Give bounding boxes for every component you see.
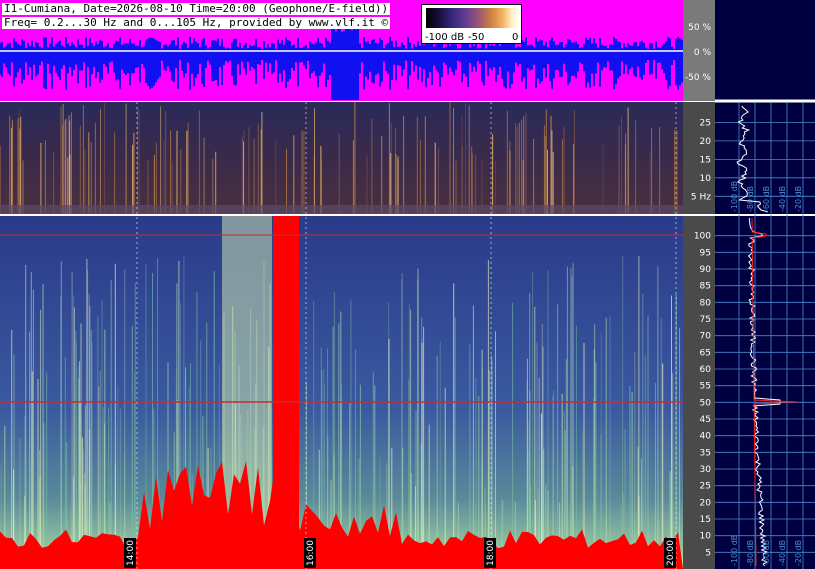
- db-tick-label: -20 dB: [794, 186, 803, 212]
- spectrogram-high-y-tick-label: 20: [700, 498, 712, 508]
- spectrogram-low-y-tick-label: 20: [700, 137, 712, 147]
- db-tick-label: -80 dB: [746, 540, 755, 566]
- spectrogram-low-y-tick-label: 25: [700, 119, 711, 129]
- spectrogram-low-floor: [0, 205, 683, 214]
- spectrogram-low-y-tick-label: 10: [700, 174, 712, 184]
- spectrogram-high-y-tick-label: 25: [700, 482, 711, 492]
- spectrogram-high-y-tick-label: 30: [700, 465, 712, 475]
- colorbar-label-min: -100 dB: [425, 32, 465, 43]
- spectrogram-low-y-tick-label: 15: [700, 155, 711, 165]
- spectrogram-high-y-tick-label: 65: [700, 348, 711, 358]
- spectrogram-low-panel: [0, 102, 683, 214]
- spectrogram-high-y-tick-label: 50: [700, 398, 712, 408]
- header-station-line: I1-Cumiana, Date=2026-08-10 Time=20:00 (…: [2, 2, 391, 15]
- spectrogram-high-y-tick-label: 55: [700, 382, 711, 392]
- db-tick-label: -20 dB: [794, 540, 803, 566]
- spectrogram-high-y-tick-label: 95: [700, 248, 711, 258]
- spectrogram-high-y-tick-label: 80: [700, 298, 712, 308]
- spectrogram-low-y-tick-label: 5 Hz: [691, 192, 711, 202]
- header-frequency-line: Freq= 0.2...30 Hz and 0...105 Hz, provid…: [2, 16, 391, 29]
- time-tick-label: 16:00: [306, 540, 316, 566]
- colorbar-gradient: [426, 8, 519, 28]
- average-spectrum-panel: [715, 0, 815, 569]
- spectrogram-high-y-tick-label: 15: [700, 515, 711, 525]
- db-tick-label: -100 dB: [730, 535, 739, 566]
- db-tick-label: -60 dB: [762, 186, 771, 212]
- spectrogram-high-y-tick-label: 5: [705, 548, 711, 558]
- saturated-burst: [273, 216, 299, 569]
- spectrogram-high-y-tick-label: 85: [700, 282, 711, 292]
- spectrogram-high-y-tick-label: 100: [694, 232, 711, 242]
- time-tick-label: 18:00: [486, 540, 496, 566]
- time-tick-label: 20:00: [666, 540, 676, 566]
- vlf-spectrogram-plot: 50 % 0 % -50 % 25 20 15 10 5 Hz 100 95 90 85 80 75 7…: [0, 0, 815, 569]
- waveform-y-tick-label: 50 %: [688, 23, 711, 33]
- db-tick-label: -40 dB: [778, 540, 787, 566]
- db-tick-label: -100 dB: [730, 181, 739, 212]
- colorbar-label-mid: -50: [468, 32, 485, 43]
- colorbar-label-max: 0: [512, 32, 519, 43]
- colorbar: -100 dB -50 0: [421, 4, 522, 44]
- spectrogram-high-y-tick-label: 75: [700, 315, 711, 325]
- spectrogram-high-y-tick-label: 35: [700, 448, 711, 458]
- spectrogram-high-y-tick-label: 10: [700, 532, 712, 542]
- spectrogram-high-y-tick-label: 60: [700, 365, 712, 375]
- spectrogram-high-y-tick-label: 90: [700, 265, 712, 275]
- time-tick-label: 14:00: [126, 540, 136, 566]
- db-tick-label: -40 dB: [778, 186, 787, 212]
- db-tick-label: -80 dB: [746, 186, 755, 212]
- spectrogram-high-y-tick-label: 45: [700, 415, 711, 425]
- db-tick-label: -60 dB: [762, 540, 771, 566]
- spectrogram-high-y-tick-label: 70: [700, 332, 712, 342]
- waveform-y-tick-label: 0 %: [694, 48, 712, 58]
- spectrogram-high-y-tick-label: 40: [700, 432, 712, 442]
- waveform-y-tick-label: -50 %: [685, 73, 712, 83]
- plot-canvas: 50 %0 %-50 % 252015105 Hz 10095908580757…: [0, 0, 815, 569]
